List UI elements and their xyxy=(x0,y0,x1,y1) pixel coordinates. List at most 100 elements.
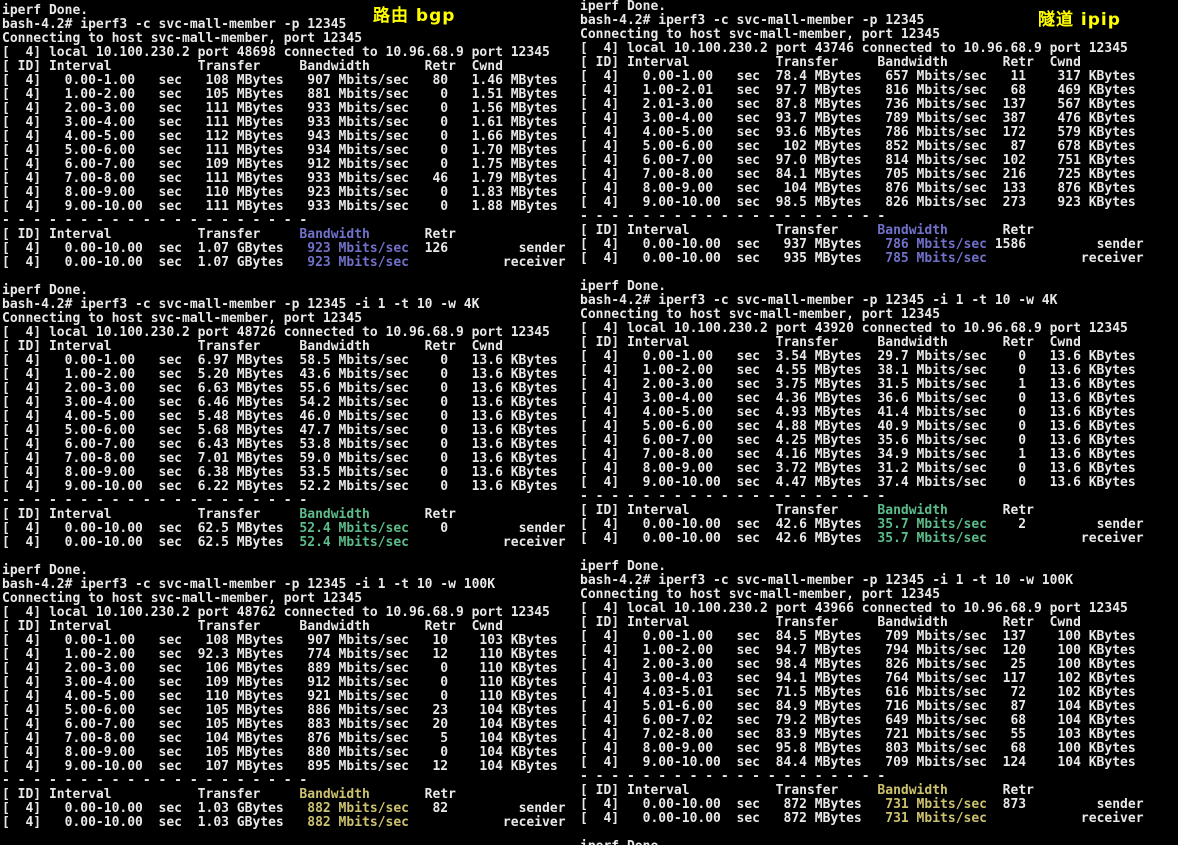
bandwidth-highlight: Bandwidth xyxy=(877,783,947,798)
bandwidth-highlight: 923 Mbits/sec xyxy=(307,255,409,270)
terminal-line: bash-4.2# iperf3 -c svc-mall-member -p 1… xyxy=(2,298,566,312)
bandwidth-highlight: 785 Mbits/sec xyxy=(885,251,987,266)
terminal-line: iperf Done. xyxy=(2,284,566,298)
terminal-line: [ 4] 9.00-10.00 sec 98.5 MBytes 826 Mbit… xyxy=(580,196,1144,210)
terminal-line: [ 4] 5.00-6.00 sec 5.68 MBytes 47.7 Mbit… xyxy=(2,424,566,438)
bandwidth-highlight: Bandwidth xyxy=(877,223,947,238)
bandwidth-highlight: 786 Mbits/sec xyxy=(885,237,987,252)
line-suffix: Retr xyxy=(370,227,456,242)
terminal-line: [ 4] 8.00-9.00 sec 104 MBytes 876 Mbits/… xyxy=(580,182,1144,196)
line-prefix: [ 4] 0.00-10.00 sec 872 MBytes xyxy=(580,811,885,826)
terminal-line: [ 4] 5.00-6.00 sec 111 MBytes 934 Mbits/… xyxy=(2,144,566,158)
terminal-line: - - - - - - - - - - - - - - - - - - - - xyxy=(580,210,1144,224)
bandwidth-highlight: 882 Mbits/sec xyxy=(307,815,409,830)
terminal-line: [ 4] 0.00-1.00 sec 108 MBytes 907 Mbits/… xyxy=(2,74,566,88)
terminal-line: [ 4] 7.00-8.00 sec 4.16 MBytes 34.9 Mbit… xyxy=(580,448,1144,462)
terminal-line: [ 4] 0.00-10.00 sec 872 MBytes 731 Mbits… xyxy=(580,798,1144,812)
terminal-line: [ 4] local 10.100.230.2 port 43966 conne… xyxy=(580,602,1144,616)
bandwidth-highlight: Bandwidth xyxy=(299,227,369,242)
terminal-line: [ 4] 0.00-10.00 sec 42.6 MBytes 35.7 Mbi… xyxy=(580,518,1144,532)
line-suffix: receiver xyxy=(409,535,566,550)
terminal-line: [ 4] local 10.100.230.2 port 43746 conne… xyxy=(580,42,1144,56)
terminal-line xyxy=(2,270,566,284)
bandwidth-highlight: 882 Mbits/sec xyxy=(307,801,409,816)
bandwidth-highlight: 52.4 Mbits/sec xyxy=(299,521,409,536)
terminal-line: [ 4] 9.00-10.00 sec 84.4 MBytes 709 Mbit… xyxy=(580,756,1144,770)
line-prefix: [ 4] 0.00-10.00 sec 42.6 MBytes xyxy=(580,531,877,546)
bandwidth-highlight: Bandwidth xyxy=(299,787,369,802)
terminal-line: [ 4] 0.00-10.00 sec 62.5 MBytes 52.4 Mbi… xyxy=(2,522,566,536)
terminal-line: iperf Done. xyxy=(2,564,566,578)
terminal-line: [ 4] 9.00-10.00 sec 111 MBytes 933 Mbits… xyxy=(2,200,566,214)
terminal-line: [ ID] Interval Transfer Bandwidth Retr C… xyxy=(580,616,1144,630)
terminal-line: - - - - - - - - - - - - - - - - - - - - xyxy=(2,494,566,508)
terminal-line: iperf Done. xyxy=(580,280,1144,294)
terminal-line: [ 4] 1.00-2.00 sec 94.7 MBytes 794 Mbits… xyxy=(580,644,1144,658)
terminal-line: [ 4] 0.00-10.00 sec 935 MBytes 785 Mbits… xyxy=(580,252,1144,266)
terminal-line: [ 4] 1.00-2.01 sec 97.7 MBytes 816 Mbits… xyxy=(580,84,1144,98)
terminal-line: [ 4] 1.00-2.00 sec 105 MBytes 881 Mbits/… xyxy=(2,88,566,102)
terminal-line: [ ID] Interval Transfer Bandwidth Retr C… xyxy=(2,620,566,634)
terminal-line: - - - - - - - - - - - - - - - - - - - - xyxy=(580,770,1144,784)
terminal-line: Connecting to host svc-mall-member, port… xyxy=(580,308,1144,322)
terminal-line: [ ID] Interval Transfer Bandwidth Retr C… xyxy=(2,60,566,74)
terminal-line: [ 4] 9.00-10.00 sec 4.47 MBytes 37.4 Mbi… xyxy=(580,476,1144,490)
line-suffix: 873 sender xyxy=(987,797,1144,812)
terminal-pane-right[interactable]: iperf Done.bash-4.2# iperf3 -c svc-mall-… xyxy=(580,0,1144,845)
line-suffix: Retr xyxy=(370,507,456,522)
terminal-line: [ 4] 6.00-7.00 sec 109 MBytes 912 Mbits/… xyxy=(2,158,566,172)
terminal-line xyxy=(580,826,1144,840)
line-prefix: [ 4] 0.00-10.00 sec 1.03 GBytes xyxy=(2,801,307,816)
terminal-line: [ 4] 5.00-6.00 sec 105 MBytes 886 Mbits/… xyxy=(2,704,566,718)
line-prefix: [ ID] Interval Transfer xyxy=(2,227,299,242)
terminal-line: [ 4] local 10.100.230.2 port 48698 conne… xyxy=(2,46,566,60)
terminal-line: [ 4] 0.00-10.00 sec 872 MBytes 731 Mbits… xyxy=(580,812,1144,826)
terminal-line: iperf Done. xyxy=(580,560,1144,574)
terminal-line: [ 4] 3.00-4.03 sec 94.1 MBytes 764 Mbits… xyxy=(580,672,1144,686)
terminal-line: [ 4] 5.00-6.00 sec 4.88 MBytes 40.9 Mbit… xyxy=(580,420,1144,434)
terminal-line: [ 4] 0.00-1.00 sec 6.97 MBytes 58.5 Mbit… xyxy=(2,354,566,368)
terminal-line: [ 4] 7.00-8.00 sec 104 MBytes 876 Mbits/… xyxy=(2,732,566,746)
terminal-line: [ 4] 0.00-1.00 sec 108 MBytes 907 Mbits/… xyxy=(2,634,566,648)
terminal-line xyxy=(2,550,566,564)
terminal-line: [ 4] local 10.100.230.2 port 48726 conne… xyxy=(2,326,566,340)
terminal-line: [ 4] local 10.100.230.2 port 48762 conne… xyxy=(2,606,566,620)
terminal-line: [ 4] 6.00-7.00 sec 97.0 MBytes 814 Mbits… xyxy=(580,154,1144,168)
terminal-line: [ 4] 3.00-4.00 sec 4.36 MBytes 36.6 Mbit… xyxy=(580,392,1144,406)
terminal-line: [ 4] 0.00-10.00 sec 1.03 GBytes 882 Mbit… xyxy=(2,816,566,830)
terminal-line: [ 4] 3.00-4.00 sec 93.7 MBytes 789 Mbits… xyxy=(580,112,1144,126)
terminal-line: [ 4] 7.02-8.00 sec 83.9 MBytes 721 Mbits… xyxy=(580,728,1144,742)
terminal-line: [ 4] 4.00-5.00 sec 4.93 MBytes 41.4 Mbit… xyxy=(580,406,1144,420)
terminal-line: [ 4] 4.00-5.00 sec 93.6 MBytes 786 Mbits… xyxy=(580,126,1144,140)
line-suffix: 126 sender xyxy=(409,241,566,256)
line-prefix: [ 4] 0.00-10.00 sec 937 MBytes xyxy=(580,237,885,252)
terminal-line: [ 4] 2.00-3.00 sec 3.75 MBytes 31.5 Mbit… xyxy=(580,378,1144,392)
line-prefix: [ 4] 0.00-10.00 sec 1.07 GBytes xyxy=(2,255,307,270)
line-suffix: 1586 sender xyxy=(987,237,1144,252)
terminal-line: [ 4] 0.00-10.00 sec 937 MBytes 786 Mbits… xyxy=(580,238,1144,252)
terminal-line: [ 4] 4.00-5.00 sec 110 MBytes 921 Mbits/… xyxy=(2,690,566,704)
annotation-route-bgp: 路由 bgp xyxy=(373,9,455,23)
line-suffix: receiver xyxy=(409,255,566,270)
terminal-line: Connecting to host svc-mall-member, port… xyxy=(2,592,566,606)
terminal-line: [ 4] 2.00-3.00 sec 6.63 MBytes 55.6 Mbit… xyxy=(2,382,566,396)
terminal-line: [ 4] local 10.100.230.2 port 43920 conne… xyxy=(580,322,1144,336)
terminal-line: [ 4] 6.00-7.02 sec 79.2 MBytes 649 Mbits… xyxy=(580,714,1144,728)
terminal-line: [ 4] 3.00-4.00 sec 109 MBytes 912 Mbits/… xyxy=(2,676,566,690)
line-suffix: Retr xyxy=(370,787,456,802)
terminal-line: [ 4] 2.00-3.00 sec 106 MBytes 889 Mbits/… xyxy=(2,662,566,676)
terminal-line: [ 4] 8.00-9.00 sec 105 MBytes 880 Mbits/… xyxy=(2,746,566,760)
terminal-line: bash-4.2# iperf3 -c svc-mall-member -p 1… xyxy=(580,574,1144,588)
terminal-line: [ 4] 0.00-10.00 sec 62.5 MBytes 52.4 Mbi… xyxy=(2,536,566,550)
terminal-line: [ ID] Interval Transfer Bandwidth Retr xyxy=(580,784,1144,798)
terminal-line: [ ID] Interval Transfer Bandwidth Retr xyxy=(2,788,566,802)
terminal-line: [ 4] 7.00-8.00 sec 7.01 MBytes 59.0 Mbit… xyxy=(2,452,566,466)
terminal-line: - - - - - - - - - - - - - - - - - - - - xyxy=(2,214,566,228)
terminal-line: [ 4] 6.00-7.00 sec 4.25 MBytes 35.6 Mbit… xyxy=(580,434,1144,448)
line-prefix: [ ID] Interval Transfer xyxy=(580,503,877,518)
line-suffix: Retr xyxy=(948,503,1034,518)
terminal-line: [ 4] 7.00-8.00 sec 84.1 MBytes 705 Mbits… xyxy=(580,168,1144,182)
terminal-line: - - - - - - - - - - - - - - - - - - - - xyxy=(580,490,1144,504)
line-prefix: [ ID] Interval Transfer xyxy=(2,507,299,522)
terminal-pane-left[interactable]: iperf Done.bash-4.2# iperf3 -c svc-mall-… xyxy=(2,4,566,844)
